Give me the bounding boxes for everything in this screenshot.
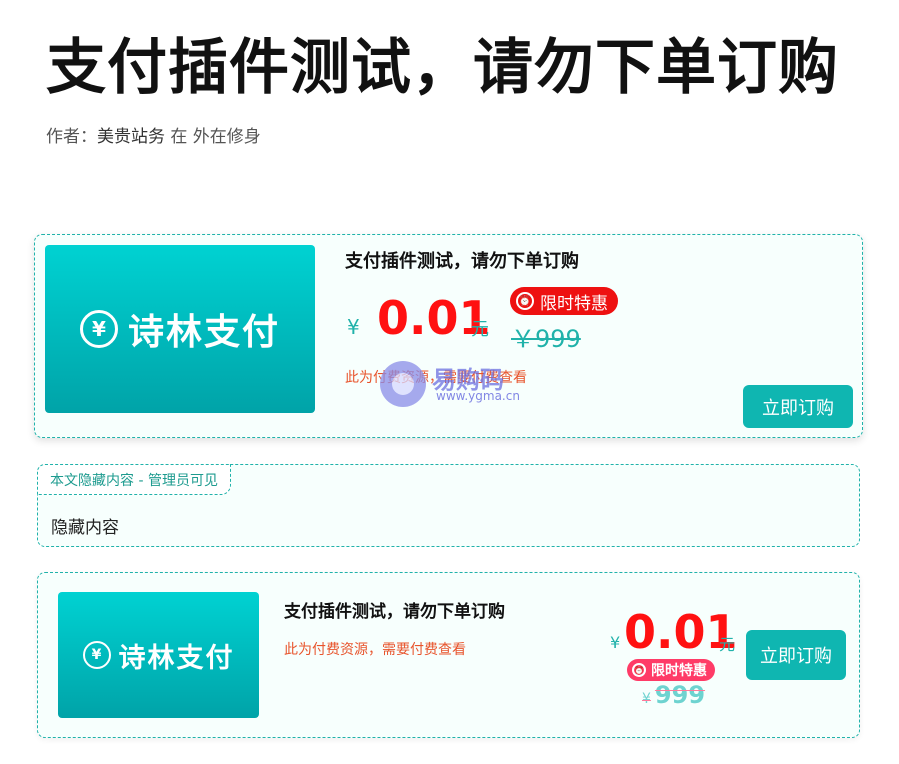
- price-unit: 元: [719, 635, 736, 654]
- badge-label: 限时特惠: [540, 293, 608, 314]
- price-unit: 元: [471, 319, 489, 340]
- limited-offer-badge: ⏰ 限时特惠: [627, 659, 715, 681]
- original-price: ￥999: [511, 325, 581, 353]
- watermark-icon: [380, 361, 426, 407]
- product-card-compact: ¥ 诗林支付 支付插件测试，请勿下单订购 此为付费资源，需要付费查看 ¥ 0.0…: [37, 572, 860, 738]
- page-title: 支付插件测试，请勿下单订购: [46, 33, 839, 103]
- hidden-content-tab: 本文隐藏内容 - 管理员可见: [37, 464, 231, 495]
- buy-now-button[interactable]: 立即订购: [743, 385, 853, 428]
- price-currency: ¥: [610, 633, 621, 652]
- badge-label: 限时特惠: [651, 663, 707, 679]
- thumbnail-brand: 诗林支付: [118, 642, 235, 674]
- original-price-currency: ¥: [642, 691, 651, 707]
- limited-offer-badge: ⏰ 限时特惠: [510, 287, 618, 315]
- product-title: 支付插件测试，请勿下单订购: [345, 251, 579, 272]
- original-price: ¥999: [642, 681, 705, 709]
- yen-circle-icon: ¥: [82, 641, 111, 669]
- thumbnail-brand: 诗林支付: [127, 312, 280, 353]
- price-currency: ¥: [347, 315, 360, 339]
- product-thumbnail[interactable]: ¥ 诗林支付: [45, 245, 315, 413]
- yen-circle-icon: ¥: [79, 310, 118, 348]
- buy-now-button[interactable]: 立即订购: [746, 630, 846, 680]
- meta-prefix: 作者：: [46, 127, 97, 147]
- author-link[interactable]: 美贵站务: [97, 127, 165, 147]
- watermark-url: www.ygma.cn: [436, 389, 520, 403]
- watermark-logo: 易购码 www.ygma.cn: [380, 359, 540, 409]
- post-meta: 作者：美贵站务 在 外在修身: [46, 122, 261, 147]
- hidden-content-box: 本文隐藏内容 - 管理员可见 隐藏内容: [37, 464, 860, 547]
- alarm-clock-icon: ⏰: [632, 663, 646, 677]
- product-title: 支付插件测试，请勿下单订购: [284, 602, 505, 622]
- product-thumbnail[interactable]: ¥ 诗林支付: [58, 592, 259, 718]
- original-price-value: 999: [654, 681, 706, 709]
- hidden-content-text: 隐藏内容: [51, 518, 119, 538]
- paid-resource-note: 此为付费资源，需要付费查看: [284, 642, 466, 658]
- alarm-clock-icon: ⏰: [516, 292, 534, 310]
- meta-suffix: 在 外在修身: [170, 127, 261, 147]
